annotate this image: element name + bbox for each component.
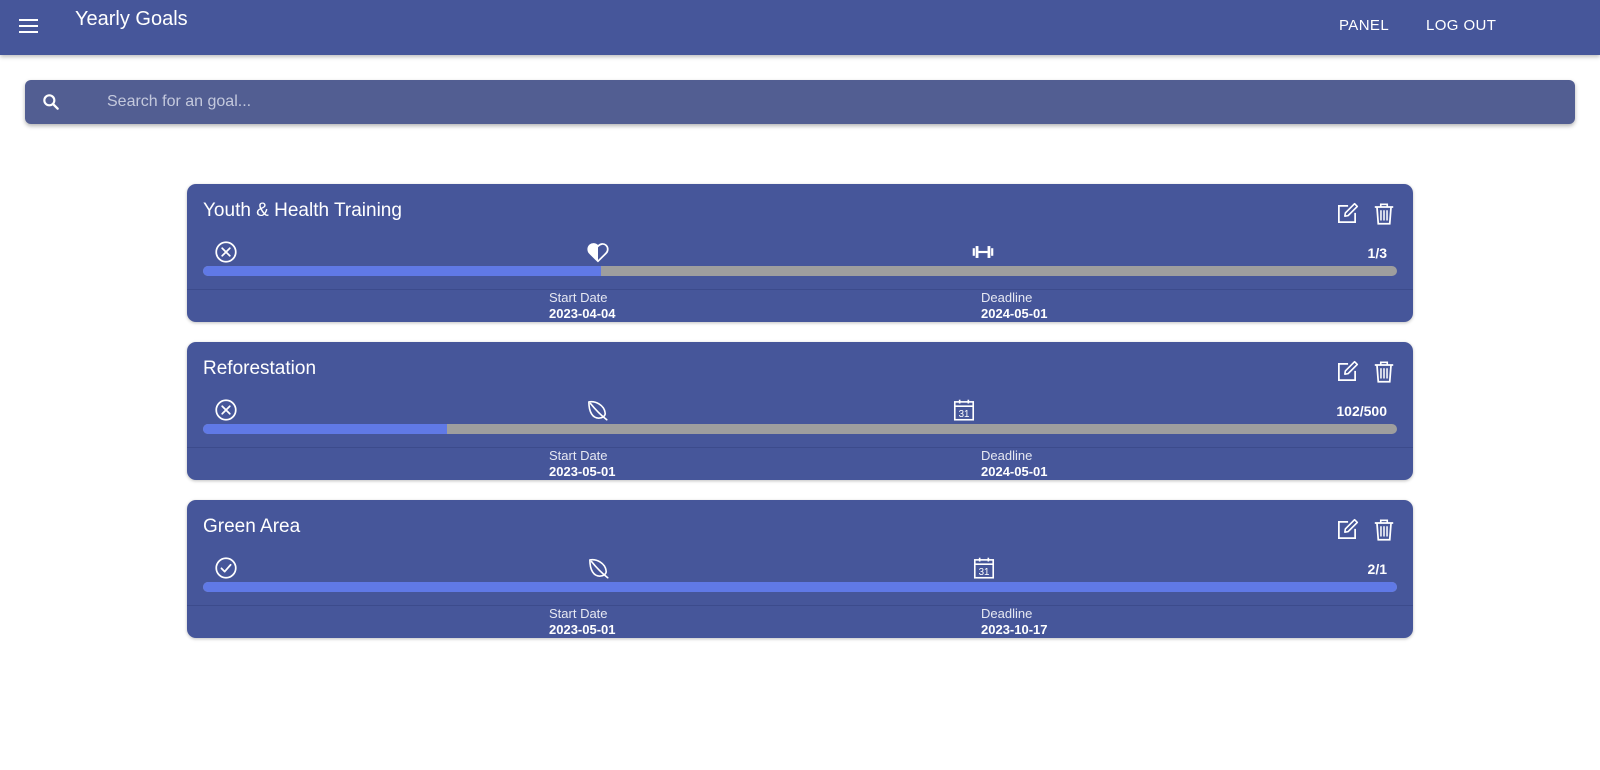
goal-card: Youth & Health Training 1/3 Start Date 2023… xyxy=(187,184,1413,322)
deadline-label: Deadline xyxy=(981,448,1033,463)
progress-fill xyxy=(203,582,1397,592)
svg-text:31: 31 xyxy=(959,409,970,420)
deadline-value: 2024-05-01 xyxy=(981,464,1048,479)
start-date-label: Start Date xyxy=(549,606,608,621)
x-circle-icon xyxy=(215,399,237,421)
trash-icon[interactable] xyxy=(1371,359,1397,385)
x-circle-icon xyxy=(215,241,237,263)
search-input[interactable] xyxy=(107,80,1547,124)
goal-card: Green Area 31 2/1 Start Date 2023-05-01 Deadl… xyxy=(187,500,1413,638)
divider xyxy=(187,605,1413,606)
deadline-value: 2024-05-01 xyxy=(981,306,1048,321)
start-date-value: 2023-04-04 xyxy=(549,306,616,321)
calendar-icon: 31 xyxy=(973,557,995,579)
progress-fill xyxy=(203,424,447,434)
progress-bar xyxy=(203,424,1397,434)
heart-icon xyxy=(587,243,609,263)
logout-link[interactable]: LOG OUT xyxy=(1426,17,1496,34)
deadline-label: Deadline xyxy=(981,606,1033,621)
goal-progress-count: 1/3 xyxy=(1367,245,1387,261)
edit-icon[interactable] xyxy=(1334,517,1360,543)
search-bar xyxy=(25,80,1575,124)
app-title: Yearly Goals xyxy=(75,8,188,30)
svg-text:31: 31 xyxy=(979,567,990,578)
dumbbell-icon xyxy=(972,246,994,258)
goal-card: Reforestation 31 102/500 Start Date 2023-05-… xyxy=(187,342,1413,480)
deadline-label: Deadline xyxy=(981,290,1033,305)
progress-bar xyxy=(203,266,1397,276)
goal-title: Youth & Health Training xyxy=(203,200,402,221)
menu-icon[interactable] xyxy=(16,14,42,40)
goal-progress-count: 102/500 xyxy=(1336,403,1387,419)
progress-fill xyxy=(203,266,601,276)
goal-progress-count: 2/1 xyxy=(1367,561,1387,577)
calendar-icon: 31 xyxy=(953,399,975,421)
leaf-icon xyxy=(589,558,609,579)
trash-icon[interactable] xyxy=(1371,201,1397,227)
start-date-label: Start Date xyxy=(549,290,608,305)
start-date-value: 2023-05-01 xyxy=(549,464,616,479)
divider xyxy=(187,447,1413,448)
start-date-label: Start Date xyxy=(549,448,608,463)
goal-title: Reforestation xyxy=(203,358,317,379)
edit-icon[interactable] xyxy=(1334,201,1360,227)
edit-icon[interactable] xyxy=(1334,359,1360,385)
app-bar: Yearly Goals PANEL LOG OUT xyxy=(0,0,1600,55)
check-circle-icon xyxy=(215,557,237,579)
goal-title: Green Area xyxy=(203,516,301,537)
search-icon xyxy=(43,94,59,110)
start-date-value: 2023-05-01 xyxy=(549,622,616,637)
leaf-icon xyxy=(588,400,608,421)
panel-link[interactable]: PANEL xyxy=(1339,17,1389,34)
deadline-value: 2023-10-17 xyxy=(981,622,1048,637)
divider xyxy=(187,289,1413,290)
trash-icon[interactable] xyxy=(1371,517,1397,543)
progress-bar xyxy=(203,582,1397,592)
